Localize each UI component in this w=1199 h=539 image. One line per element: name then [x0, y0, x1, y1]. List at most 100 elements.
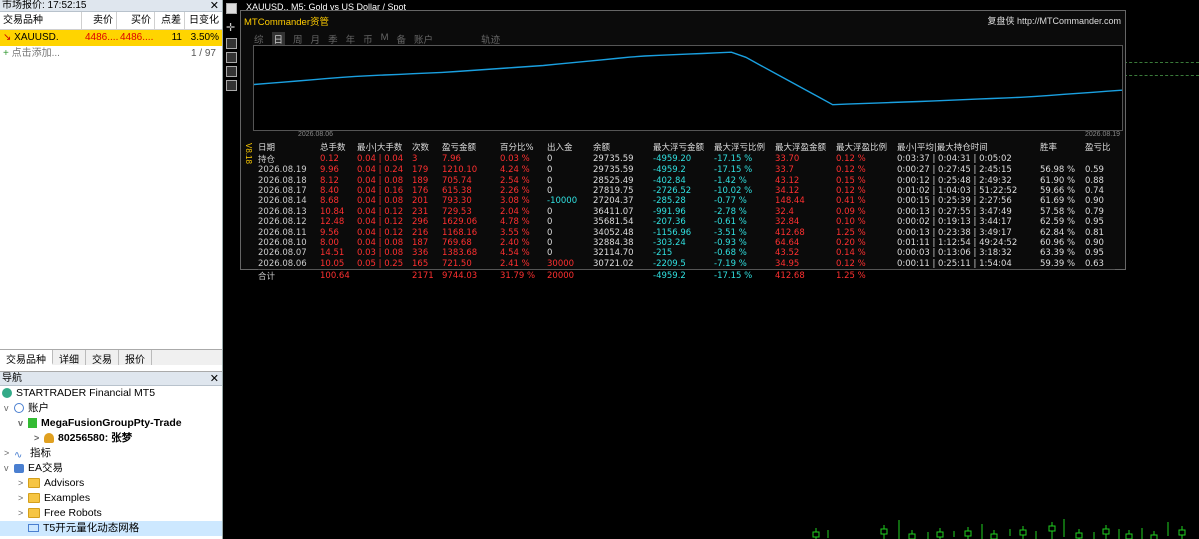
period-tab[interactable]: 日 — [271, 32, 286, 46]
tree-item-accounts[interactable]: v 账户 — [0, 401, 222, 416]
tab-trading[interactable]: 交易 — [86, 350, 119, 366]
chevron-right-icon[interactable]: > — [18, 491, 28, 506]
crosshair-icon[interactable]: ✛ — [226, 23, 237, 34]
tab-details[interactable]: 详细 — [53, 350, 86, 366]
stats-cell: 0:03:37 | 0:04:31 | 0:05:02 — [897, 154, 1012, 164]
stats-cell: 0:00:03 | 0:13:06 | 3:18:32 — [897, 248, 1012, 259]
stats-cell: 29735.59 — [593, 165, 634, 176]
stats-table: 日期 总手数 最小|大手数 次数 盈亏金额 百分比% 出入金 余额 最大浮亏金额 最大浮亏比例 最大… — [258, 141, 1115, 282]
trade-icon[interactable] — [226, 80, 237, 91]
stats-cell: 3 — [412, 154, 418, 164]
stats-cell: 33.7 — [775, 165, 794, 176]
stats-cell: 4.78 % — [500, 217, 530, 228]
stats-cell: 8.12 — [320, 175, 339, 186]
stats-cell: -17.15 % — [714, 154, 753, 164]
broker-icon — [2, 388, 12, 399]
tree-item-ea[interactable]: T5开元量化动态网格 — [0, 521, 222, 536]
period-tab[interactable]: 币 — [363, 32, 373, 46]
stats-header-cell: 最大浮盈比例 — [836, 143, 888, 153]
stats-cell: 2026.08.17 — [258, 185, 307, 196]
stats-cell: 2026.08.07 — [258, 248, 307, 259]
tree-item-indicators[interactable]: > ∿ 指标 — [0, 446, 222, 461]
properties-icon[interactable] — [226, 52, 237, 63]
stats-cell: 0.03 | 0.08 — [357, 248, 404, 259]
period-tab[interactable]: 账户 — [414, 32, 433, 46]
panel-link[interactable]: 复盘侠 http://MTCommander.com — [987, 14, 1121, 27]
tree-label: 80256580: 张梦 — [58, 432, 133, 444]
chevron-down-icon[interactable]: v — [18, 416, 28, 431]
chevron-right-icon[interactable]: > — [18, 476, 28, 491]
date-end: 2026.08.19 — [1084, 131, 1120, 138]
tree-item-broker[interactable]: STARTRADER Financial MT5 — [0, 386, 222, 401]
tree-item-advisors[interactable]: > Advisors — [0, 476, 222, 491]
candle-body — [1102, 528, 1110, 535]
stats-cell — [1040, 153, 1085, 165]
chevron-down-icon[interactable]: v — [4, 461, 14, 476]
add-symbol-row[interactable]: + 点击添加... 1 / 97 — [0, 46, 222, 62]
chevron-right-icon[interactable]: > — [34, 431, 44, 446]
tree-item-examples[interactable]: > Examples — [0, 491, 222, 506]
template-icon[interactable] — [226, 66, 237, 77]
stats-row: 2026.08.12 12.48 0.04 | 0.12 296 1629.06 4.78… — [258, 217, 1115, 227]
stats-cell: 0.04 | 0.12 — [357, 217, 404, 228]
tree-item-free-robots[interactable]: > Free Robots — [0, 506, 222, 521]
period-tab[interactable]: 综 — [254, 32, 264, 46]
col-symbol[interactable]: 交易品种 — [0, 12, 82, 29]
stats-header-row: 日期 总手数 最小|大手数 次数 盈亏金额 百分比% 出入金 余额 最大浮亏金额 最大浮亏比例 最大… — [258, 141, 1115, 153]
candle-body — [1125, 533, 1133, 539]
market-watch-row[interactable]: ↘ XAUUSD. 4486.... 4486.... 11 3.50% — [0, 30, 222, 46]
chart-menu-icon[interactable] — [226, 3, 237, 14]
period-tab[interactable]: 年 — [346, 32, 356, 46]
stats-cell: 0.12 — [320, 154, 339, 164]
tree-item-experts[interactable]: v EA交易 — [0, 461, 222, 476]
close-icon[interactable]: ✕ — [210, 0, 219, 12]
col-spread[interactable]: 点差 — [155, 12, 185, 29]
col-change[interactable]: 日变化 — [185, 12, 222, 29]
period-tab[interactable]: M — [381, 32, 389, 46]
stats-row: 2026.08.07 14.51 0.03 | 0.08 336 1383.68 4.54… — [258, 248, 1115, 258]
stats-cell: 0:00:13 | 0:23:38 | 3:49:17 — [897, 227, 1012, 238]
stats-cell: 0 — [547, 165, 553, 176]
period-tab[interactable]: 备 — [397, 32, 407, 46]
candle-body — [1150, 534, 1158, 539]
chart-window[interactable]: ✛ XAUUSD., M5: Gold vs US Dollar / Spot … — [224, 0, 1199, 539]
stats-cell: 60.96 % — [1040, 237, 1076, 248]
stats-header-cell: 盈亏比 — [1085, 143, 1111, 153]
tree-label: 指标 — [30, 447, 51, 459]
stats-cell: -4959.2 — [653, 165, 686, 176]
stats-header-cell: 最大浮亏金额 — [653, 143, 705, 153]
stats-header-cell: 余额 — [593, 143, 611, 153]
stats-cell: 2026.08.14 — [258, 196, 307, 207]
stats-cell: 0.12 % — [836, 258, 866, 269]
period-tab[interactable]: 月 — [311, 32, 321, 46]
tree-item-account[interactable]: >80256580: 张梦 — [0, 431, 222, 446]
stats-cell: 0.81 — [1085, 227, 1104, 238]
stats-cell: 0.79 — [1085, 206, 1104, 217]
stats-cell: 0 — [547, 227, 553, 238]
period-tab[interactable]: 周 — [293, 32, 303, 46]
chevron-right-icon[interactable]: > — [18, 506, 28, 521]
close-icon[interactable]: ✕ — [210, 372, 219, 386]
tree-item-server[interactable]: v MegaFusionGroupPty-Trade — [0, 416, 222, 431]
stats-cell: 0.95 — [1085, 248, 1104, 259]
stats-row: 2026.08.19 9.96 0.04 | 0.24 179 1210.10 4.24 … — [258, 165, 1115, 175]
expert-icon — [14, 463, 24, 473]
period-tab[interactable]: 轨迹 — [481, 32, 500, 46]
stats-cell: 0.63 — [1085, 258, 1104, 269]
stats-cell: 201 — [412, 196, 429, 207]
stats-cell: 64.64 — [775, 237, 800, 248]
chevron-down-icon[interactable]: v — [4, 401, 14, 416]
stats-cell: 2026.08.06 — [258, 258, 307, 269]
add-symbol-label: 点击添加... — [11, 48, 60, 59]
col-bid[interactable]: 卖价 — [82, 12, 117, 29]
stats-cell: 20000 — [547, 268, 593, 282]
tab-symbols[interactable]: 交易品种 — [0, 350, 53, 366]
stats-cell: -2.78 % — [714, 206, 747, 217]
period-tab[interactable]: 季 — [328, 32, 338, 46]
navigator-panel: 导航 ✕ STARTRADER Financial MT5 v 账户 v MegaF… — [0, 371, 222, 539]
tab-ticks[interactable]: 报价 — [119, 350, 152, 366]
chevron-right-icon[interactable]: > — [4, 446, 14, 461]
stats-header-cell: 日期 — [258, 143, 276, 153]
col-ask[interactable]: 买价 — [117, 12, 155, 29]
object-list-icon[interactable] — [226, 38, 237, 49]
